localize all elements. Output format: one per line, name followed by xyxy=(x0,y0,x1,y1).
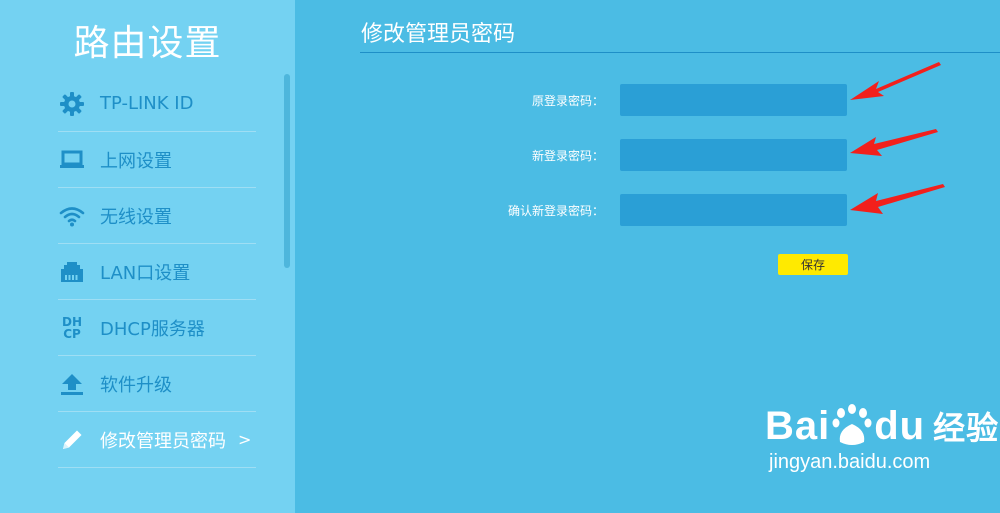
gear-icon xyxy=(58,90,86,118)
watermark-brand-mid: du xyxy=(874,403,926,448)
annotation-arrow-icon xyxy=(850,184,945,214)
sidebar-item-label: 上网设置 xyxy=(100,150,172,172)
title-divider xyxy=(360,52,1000,53)
sidebar: 路由设置 TP-LINK ID 上网设置 无线设置 LAN口设置 DH CP D… xyxy=(0,0,295,513)
new-password-input[interactable] xyxy=(620,139,847,171)
page-title: 修改管理员密码 xyxy=(361,22,516,47)
watermark-brand-right: 经验 xyxy=(933,410,1000,446)
sidebar-item-label: 修改管理员密码 xyxy=(100,430,226,452)
sidebar-item-label: TP-LINK ID xyxy=(100,93,194,114)
sidebar-item-tplink-id[interactable]: TP-LINK ID xyxy=(58,76,256,132)
wifi-icon xyxy=(58,202,86,230)
laptop-icon xyxy=(58,146,86,174)
sidebar-item-label: DHCP服务器 xyxy=(100,318,205,340)
annotation-arrow-icon xyxy=(850,129,938,156)
sidebar-title: 路由设置 xyxy=(73,23,222,64)
sidebar-item-dhcp-server[interactable]: DH CP DHCP服务器 xyxy=(58,300,256,356)
sidebar-item-change-admin-password[interactable]: 修改管理员密码 > xyxy=(58,412,256,468)
chevron-right-icon: > xyxy=(238,430,252,449)
watermark-url: jingyan.baidu.com xyxy=(769,451,931,473)
new-password-label: 新登录密码： xyxy=(531,149,604,163)
sidebar-item-firmware-upgrade[interactable]: 软件升级 xyxy=(58,356,256,412)
sidebar-nav: TP-LINK ID 上网设置 无线设置 LAN口设置 DH CP DHCP服务… xyxy=(58,76,256,468)
upload-icon xyxy=(58,370,86,398)
sidebar-item-label: LAN口设置 xyxy=(100,262,191,284)
baidu-logo: Bai du 经验 xyxy=(765,403,999,449)
dhcp-icon-text-top: DH xyxy=(61,314,82,329)
confirm-password-label: 确认新登录密码： xyxy=(507,204,604,218)
confirm-password-input[interactable] xyxy=(620,194,847,226)
old-password-label: 原登录密码： xyxy=(531,94,604,108)
sidebar-item-label: 无线设置 xyxy=(100,206,172,228)
pencil-icon xyxy=(58,426,86,454)
old-password-input[interactable] xyxy=(620,84,847,116)
dhcp-icon-text-bottom: CP xyxy=(63,326,81,341)
paw-icon xyxy=(832,404,872,445)
sidebar-item-wireless-settings[interactable]: 无线设置 xyxy=(58,188,256,244)
save-button[interactable]: 保存 xyxy=(778,254,848,275)
baidu-watermark: Bai du 经验 jingyan.baidu.com xyxy=(765,403,999,474)
watermark-brand-left: Bai xyxy=(765,403,831,448)
sidebar-item-label: 软件升级 xyxy=(100,374,172,396)
sidebar-item-lan-settings[interactable]: LAN口设置 xyxy=(58,244,256,300)
sidebar-scrollbar[interactable] xyxy=(284,74,290,268)
sidebar-item-internet-settings[interactable]: 上网设置 xyxy=(58,132,256,188)
annotation-arrow-icon xyxy=(850,62,941,100)
lan-port-icon xyxy=(58,258,86,286)
dhcp-icon: DH CP xyxy=(58,314,86,342)
